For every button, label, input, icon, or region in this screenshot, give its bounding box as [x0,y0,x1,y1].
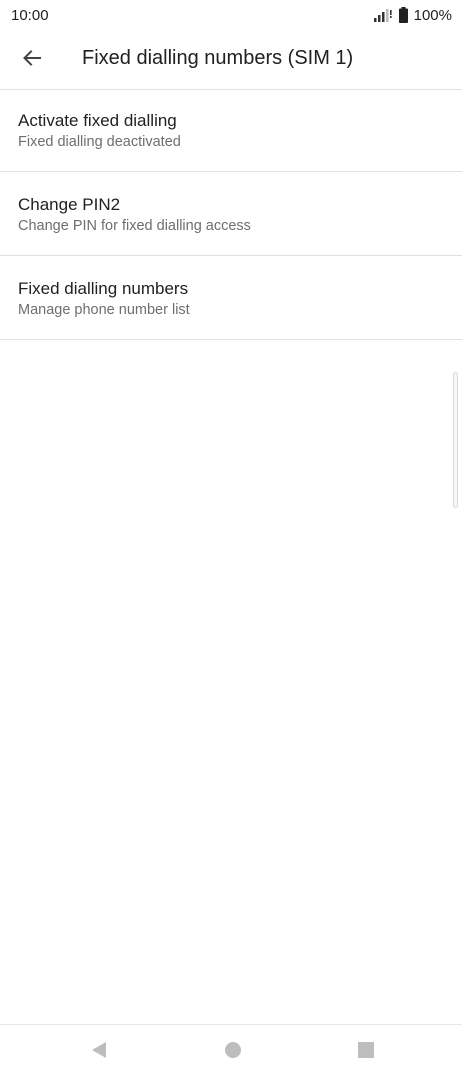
item-title: Change PIN2 [18,195,121,214]
back-triangle-icon [90,1041,108,1064]
status-time: 10:00 [11,6,49,24]
item-subtitle: Manage phone number list [18,302,190,318]
recents-square-icon [357,1041,375,1064]
status-icons: 100% [373,7,452,24]
battery-percent: 100% [413,6,452,24]
item-subtitle: Change PIN for fixed dialling access [18,218,251,234]
item-title: Activate fixed dialling [18,111,177,130]
item-title: Fixed dialling numbers [18,279,189,298]
list-item-change-pin2[interactable]: Change PIN2 Change PIN for fixed diallin… [0,172,462,256]
settings-list: Activate fixed dialling Fixed dialling d… [0,90,462,340]
app-bar: Fixed dialling numbers (SIM 1) [0,30,462,90]
status-bar: 10:00 100% [0,0,462,30]
nav-recents-button[interactable] [354,1040,378,1064]
list-item-fixed-dialling-numbers[interactable]: Fixed dialling numbers Manage phone numb… [0,256,462,340]
signal-icon [373,8,393,22]
back-button[interactable] [12,40,52,80]
page-title: Fixed dialling numbers (SIM 1) [82,47,354,69]
battery-icon [398,7,408,23]
scrollbar[interactable] [453,372,458,508]
nav-home-button[interactable] [221,1040,245,1064]
list-item-activate-fixed-dialling[interactable]: Activate fixed dialling Fixed dialling d… [0,90,462,172]
nav-bar [0,1024,462,1078]
nav-back-button[interactable] [87,1040,111,1064]
home-circle-icon [224,1041,242,1064]
screen: 10:00 100% Fixed dialling numbers (SIM 1… [0,0,462,1078]
arrow-left-icon [22,48,42,73]
item-subtitle: Fixed dialling deactivated [18,134,181,150]
